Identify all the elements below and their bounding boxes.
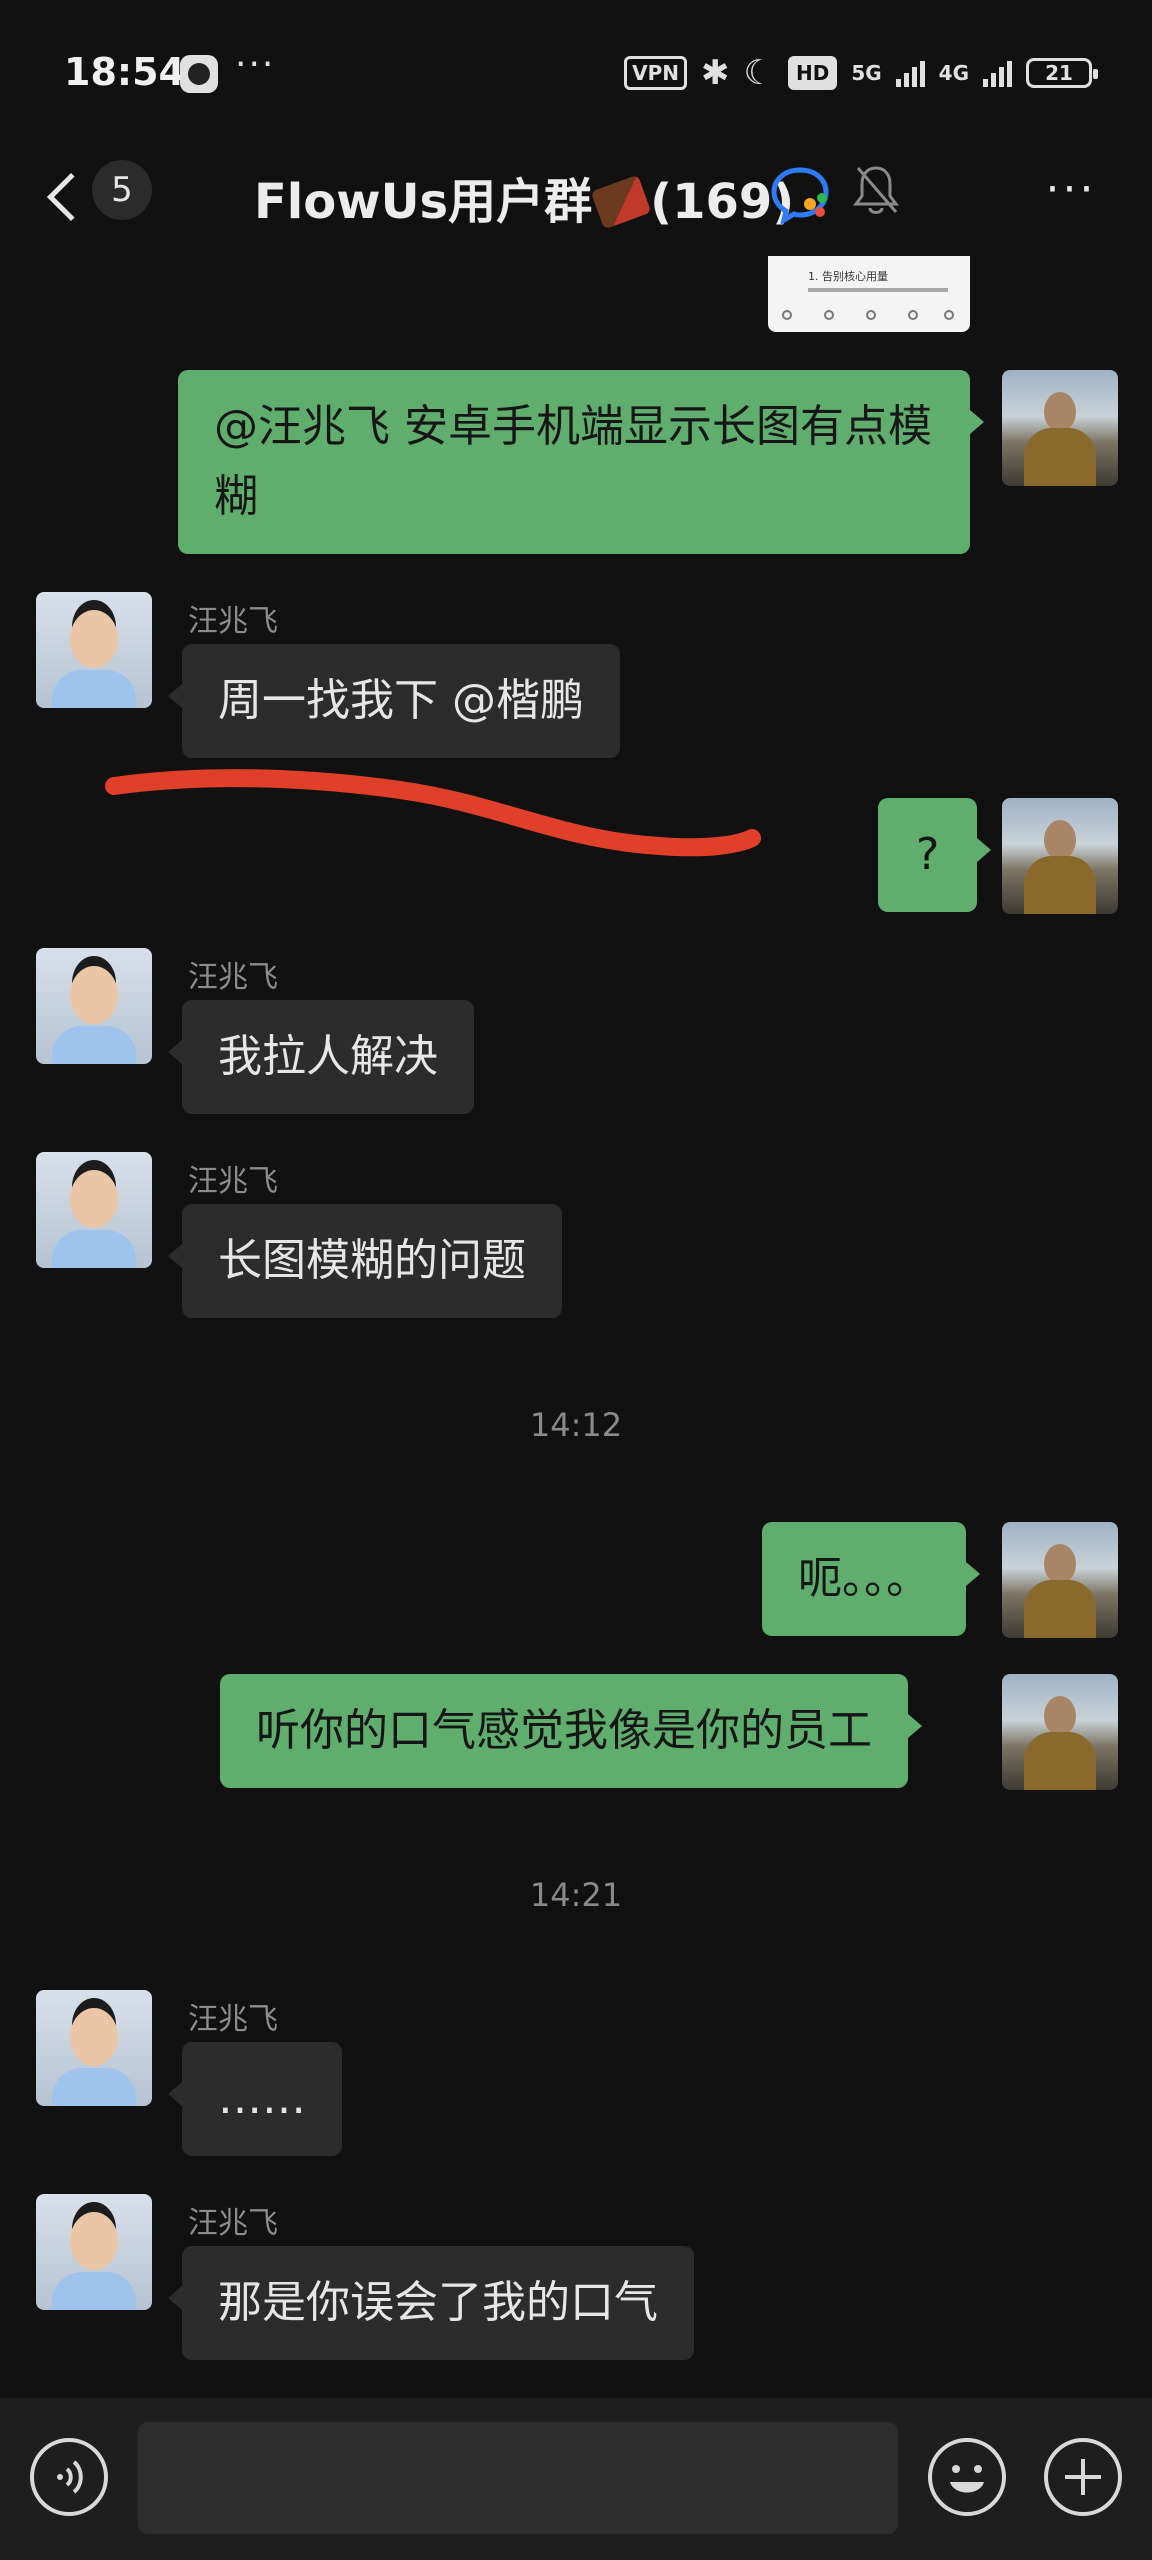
battery-icon: 21 bbox=[1026, 58, 1098, 88]
message-bubble-received[interactable]: 长图模糊的问题 bbox=[168, 1204, 562, 1318]
avatar[interactable] bbox=[36, 592, 152, 708]
voice-icon bbox=[57, 2460, 83, 2494]
moon-icon: ☾ bbox=[743, 53, 774, 93]
back-button[interactable] bbox=[40, 160, 100, 230]
message-bubble-sent[interactable]: 听你的口气感觉我像是你的员工 bbox=[220, 1674, 922, 1788]
input-bar bbox=[0, 2398, 1152, 2560]
status-time: 18:54 bbox=[64, 50, 185, 94]
unread-count-badge[interactable]: 5 bbox=[92, 160, 152, 220]
avatar[interactable] bbox=[36, 2194, 152, 2310]
network-4g-label: 4G bbox=[938, 61, 969, 85]
avatar[interactable] bbox=[36, 1990, 152, 2106]
status-more-icon: ··· bbox=[235, 44, 276, 85]
avatar[interactable] bbox=[36, 948, 152, 1064]
chat-menu-button[interactable]: ··· bbox=[1040, 168, 1102, 220]
vpn-icon: VPN bbox=[624, 56, 687, 90]
image-preview: 1. 告别核心用量 bbox=[778, 264, 958, 300]
smiley-icon bbox=[950, 2465, 984, 2493]
network-5g-label: 5G bbox=[851, 61, 882, 85]
message-bubble-received[interactable]: 那是你误会了我的口气 bbox=[168, 2246, 694, 2360]
message-list[interactable]: 1. 告别核心用量 @汪兆飞 安卓手机端显示长图有点模糊 汪兆飞 周一找我下 @… bbox=[0, 250, 1152, 2398]
chat-title[interactable]: FlowUs用户群 (169) bbox=[254, 162, 794, 232]
plus-button[interactable] bbox=[1044, 2438, 1122, 2516]
image-message[interactable]: 1. 告别核心用量 bbox=[768, 256, 970, 332]
sender-name: 汪兆飞 bbox=[188, 960, 278, 995]
message-bubble-received[interactable]: …… bbox=[168, 2042, 342, 2156]
signal-4g-icon bbox=[983, 59, 1012, 87]
sender-name: 汪兆飞 bbox=[188, 604, 278, 639]
chocolate-emoji-icon bbox=[590, 174, 652, 230]
sender-name: 汪兆飞 bbox=[188, 2206, 278, 2241]
mute-bell-icon bbox=[853, 166, 899, 214]
chat-header: 5 FlowUs用户群 (169) ··· bbox=[0, 140, 1152, 250]
voice-input-button[interactable] bbox=[30, 2438, 108, 2516]
hd-icon: HD bbox=[787, 56, 838, 90]
message-bubble-received[interactable]: 我拉人解决 bbox=[168, 1000, 474, 1114]
avatar[interactable] bbox=[1002, 798, 1118, 914]
chat-title-name: FlowUs用户群 bbox=[254, 174, 593, 230]
status-icons: VPN ✱ ☾ HD 5G 4G 21 bbox=[624, 53, 1098, 93]
sender-name: 汪兆飞 bbox=[188, 1164, 278, 1199]
message-bubble-sent[interactable]: ? bbox=[878, 798, 992, 912]
clock-app-icon bbox=[180, 55, 218, 93]
avatar[interactable] bbox=[1002, 370, 1118, 486]
chevron-left-icon bbox=[46, 172, 96, 222]
message-bubble-received[interactable]: 周一找我下 @楷鹏 bbox=[168, 644, 620, 758]
avatar[interactable] bbox=[1002, 1522, 1118, 1638]
image-preview-title: 1. 告别核心用量 bbox=[808, 270, 888, 283]
message-bubble-sent[interactable]: @汪兆飞 安卓手机端显示长图有点模糊 bbox=[178, 370, 984, 554]
timestamp: 14:21 bbox=[529, 1876, 623, 1914]
signal-5g-icon bbox=[895, 59, 925, 87]
message-bubble-sent[interactable]: 呃。。。 bbox=[762, 1522, 980, 1636]
sender-name: 汪兆飞 bbox=[188, 2002, 278, 2037]
avatar[interactable] bbox=[1002, 1674, 1118, 1790]
message-input[interactable] bbox=[138, 2422, 898, 2534]
wecom-icon bbox=[771, 167, 829, 224]
bluetooth-icon: ✱ bbox=[700, 53, 730, 93]
status-bar: 18:54 ··· VPN ✱ ☾ HD 5G 4G 21 bbox=[0, 0, 1152, 140]
avatar[interactable] bbox=[36, 1152, 152, 1268]
timestamp: 14:12 bbox=[529, 1406, 623, 1444]
emoji-button[interactable] bbox=[928, 2438, 1006, 2516]
